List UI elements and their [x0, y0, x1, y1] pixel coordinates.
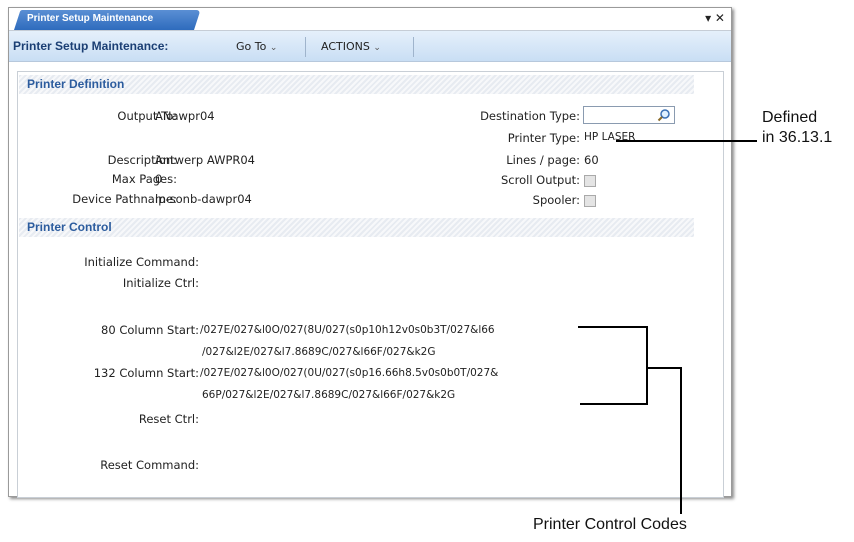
scroll-output-checkbox[interactable] — [584, 175, 596, 187]
reset-command-label: Reset Command: — [100, 458, 199, 472]
initialize-command-label: Initialize Command: — [84, 255, 199, 269]
printer-setup-window: Printer Setup Maintenance ▾ ✕ Printer Se… — [8, 7, 732, 498]
description-value: Antwerp AWPR04 — [155, 153, 255, 167]
col132-code-line1: /027E/027&l0O/027(0U/027(s0p16.66h8.5v0s… — [200, 367, 499, 379]
defined-annotation-line1: Defined — [762, 109, 818, 126]
output-to-value: ANawpr04 — [155, 109, 215, 123]
control-codes-annotation: Printer Control Codes — [533, 516, 687, 533]
max-pages-value: 0 — [155, 172, 163, 186]
bracket-bottom — [580, 403, 648, 405]
window-controls[interactable]: ▾ ✕ — [705, 11, 725, 25]
control-codes-callout-line — [680, 367, 682, 514]
col80-code-line2: /027&l2E/027&l7.8689C/027&l66F/027&k2G — [202, 346, 436, 358]
menu-divider — [413, 37, 414, 57]
actions-label[interactable]: ACTIONS — [321, 40, 370, 53]
max-pages-label: Max Pages: — [111, 172, 177, 186]
menu-divider — [305, 37, 306, 57]
bracket-right — [646, 326, 648, 405]
bracket-stem — [646, 367, 682, 369]
section-title: Printer Definition — [27, 77, 125, 91]
goto-label[interactable]: Go To — [236, 40, 266, 53]
col80-start-label: 80 Column Start: — [101, 323, 199, 337]
col132-start-label: 132 Column Start: — [93, 366, 199, 380]
col80-code-line1: /027E/027&l0O/027(8U/027(s0p10h12v0s0b3T… — [200, 324, 495, 336]
bracket-top — [578, 326, 648, 328]
menu-title: Printer Setup Maintenance: — [13, 39, 169, 53]
goto-menu[interactable]: Go To ⌄ — [236, 40, 277, 53]
spooler-checkbox[interactable] — [584, 195, 596, 207]
scroll-output-label: Scroll Output: — [500, 173, 580, 187]
defined-annotation-line2: in 36.13.1 — [762, 129, 833, 146]
chevron-down-icon[interactable]: ⌄ — [373, 43, 381, 53]
form-panel: Printer Definition Output To: ANawpr04 D… — [17, 71, 724, 498]
tab-bar: Printer Setup Maintenance ▾ ✕ — [9, 8, 731, 31]
lines-page-label: Lines / page: — [506, 153, 580, 167]
initialize-ctrl-label: Initialize Ctrl: — [122, 276, 199, 290]
device-pathname-value: lp-sonb-dawpr04 — [155, 192, 252, 206]
search-icon[interactable] — [657, 108, 671, 122]
printer-type-label: Printer Type: — [507, 131, 580, 145]
defined-callout-line — [616, 140, 757, 142]
printer-control-header: Printer Control — [19, 218, 694, 237]
destination-type-field[interactable] — [583, 106, 675, 124]
menu-bar: Printer Setup Maintenance: Go To ⌄ ACTIO… — [9, 31, 731, 62]
printer-definition-header: Printer Definition — [19, 75, 694, 94]
tab-label[interactable]: Printer Setup Maintenance — [27, 13, 153, 24]
lines-page-value: 60 — [584, 153, 599, 167]
destination-type-label: Destination Type: — [480, 109, 580, 123]
actions-menu[interactable]: ACTIONS ⌄ — [321, 40, 381, 53]
section-title: Printer Control — [27, 220, 112, 234]
chevron-down-icon[interactable]: ⌄ — [270, 43, 278, 53]
col132-code-line2: 66P/027&l2E/027&l7.8689C/027&l66F/027&k2… — [202, 389, 456, 401]
spooler-label: Spooler: — [532, 193, 580, 207]
reset-ctrl-label: Reset Ctrl: — [138, 412, 199, 426]
